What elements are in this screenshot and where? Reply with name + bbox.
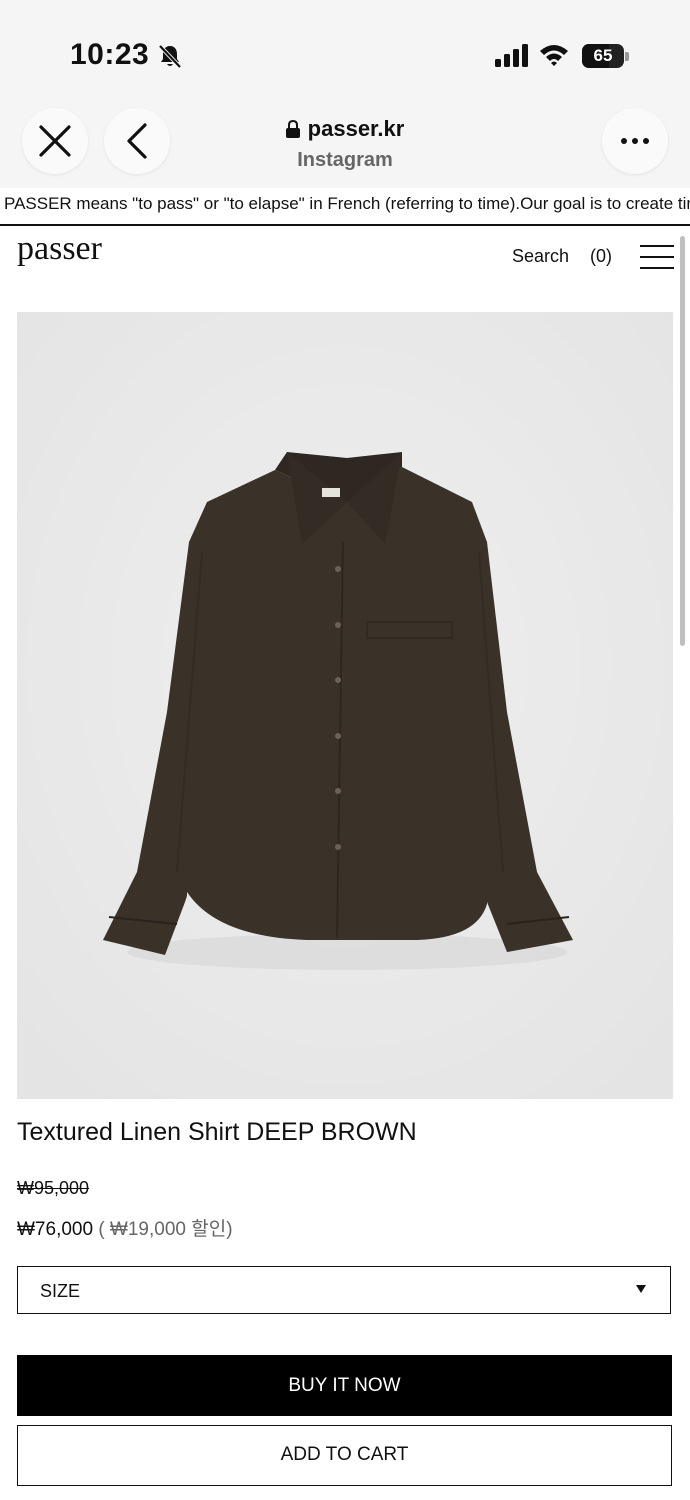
- wifi-icon: [538, 42, 570, 68]
- cellular-signal-icon: [494, 44, 530, 68]
- lock-icon: [285, 120, 300, 138]
- address-bar[interactable]: passer.kr Instagram: [200, 116, 490, 172]
- close-button[interactable]: [22, 108, 88, 174]
- sale-price-row: ₩76,000 ( ₩19,000 할인): [17, 1214, 233, 1241]
- marquee-text: PASSER means "to pass" or "to elapse" in…: [4, 194, 690, 213]
- close-icon: [39, 125, 71, 157]
- dropdown-arrow-icon: [636, 1285, 646, 1293]
- battery-level: 65: [593, 46, 613, 65]
- bell-slash-icon: [156, 42, 184, 70]
- discount-amount: ( ₩19,000 할인): [98, 1219, 233, 1240]
- search-link[interactable]: Search: [512, 246, 569, 267]
- shirt-illustration: [17, 312, 673, 1099]
- size-select-value: SIZE: [40, 1281, 81, 1301]
- original-price: ₩95,000: [17, 1178, 90, 1198]
- product-image[interactable]: [17, 312, 673, 1099]
- site-logo[interactable]: passer: [17, 230, 102, 268]
- page-scrollbar[interactable]: [680, 236, 685, 646]
- status-time: 10:23: [70, 38, 150, 71]
- buy-now-button[interactable]: BUY IT NOW: [17, 1355, 672, 1416]
- more-options-button[interactable]: [602, 108, 668, 174]
- add-to-cart-button[interactable]: ADD TO CART: [17, 1425, 672, 1486]
- back-chevron-icon: [127, 123, 147, 159]
- status-bar: 10:23 65: [0, 0, 690, 100]
- cart-count-link[interactable]: (0): [590, 246, 612, 267]
- more-icon: [621, 138, 649, 144]
- product-title: Textured Linen Shirt DEEP BROWN: [17, 1118, 417, 1146]
- url-source: Instagram: [297, 149, 393, 171]
- battery-icon: 65: [582, 44, 630, 68]
- sale-price: ₩76,000: [17, 1219, 94, 1240]
- size-select[interactable]: SIZE: [17, 1266, 671, 1314]
- hamburger-menu-icon[interactable]: [640, 245, 674, 269]
- url-text: passer.kr: [307, 116, 405, 141]
- back-button[interactable]: [104, 108, 170, 174]
- announcement-marquee: PASSER means "to pass" or "to elapse" in…: [0, 188, 690, 226]
- browser-toolbar: passer.kr Instagram: [0, 100, 690, 188]
